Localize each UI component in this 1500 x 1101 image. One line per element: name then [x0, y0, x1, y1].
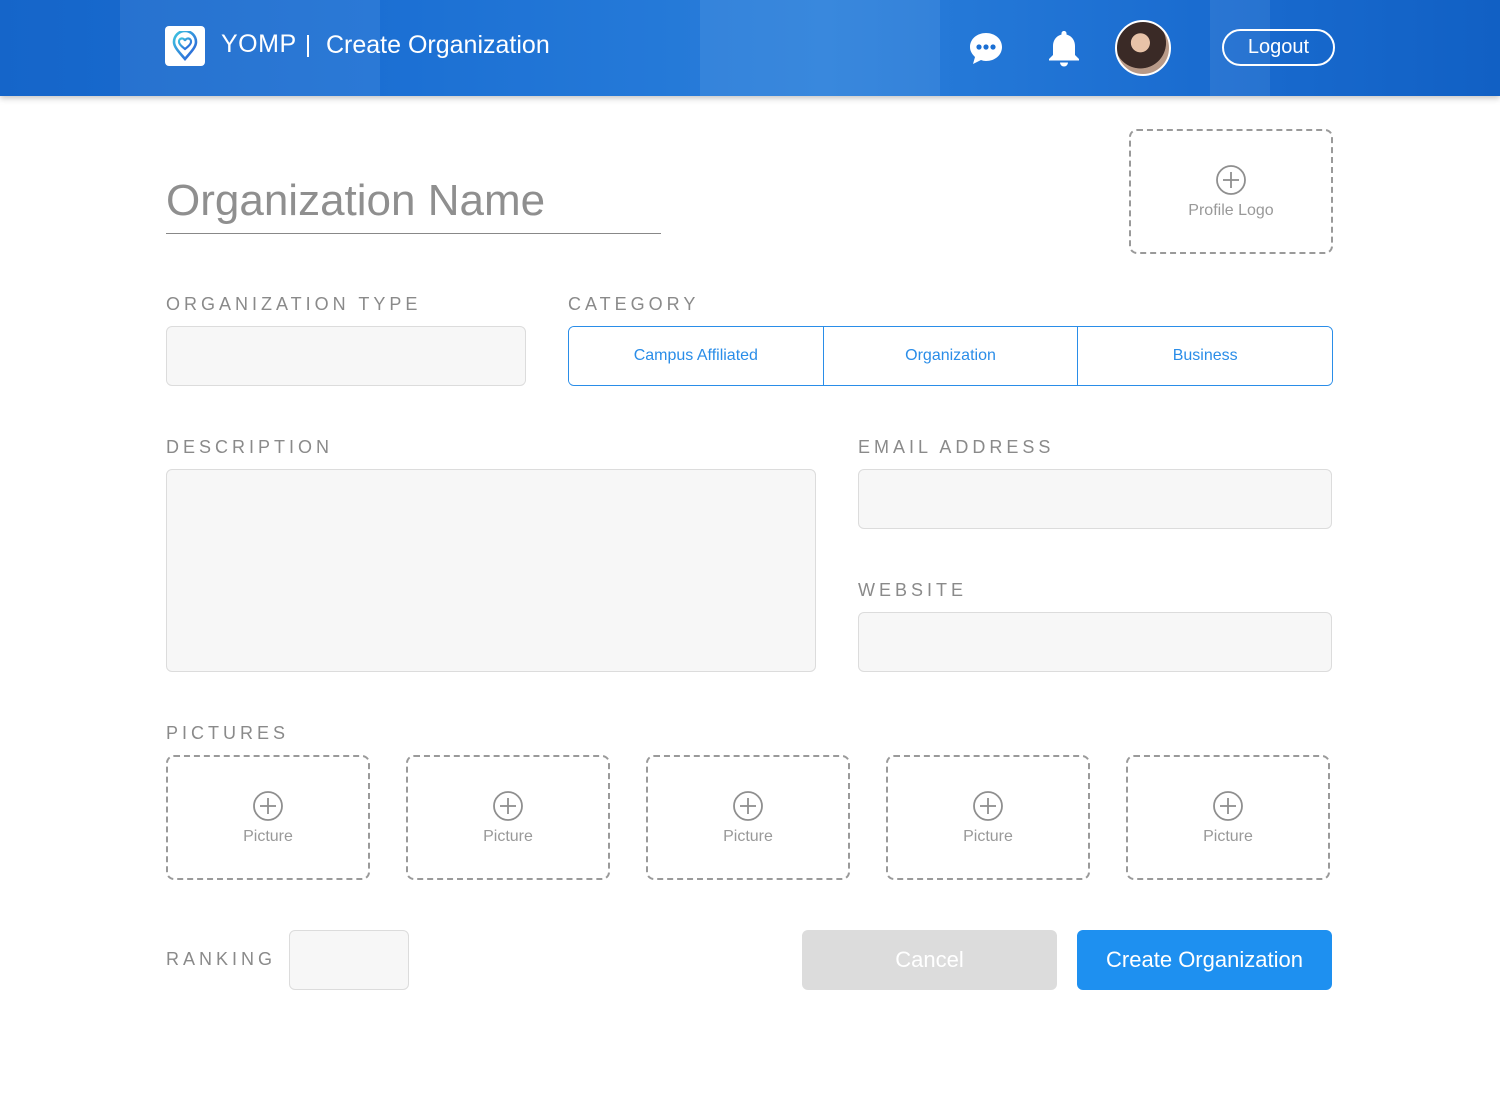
organization-type-label: ORGANIZATION TYPE: [166, 294, 422, 314]
organization-name-input[interactable]: [166, 168, 661, 234]
picture-slot-label: Picture: [963, 827, 1013, 845]
ranking-field[interactable]: [289, 930, 409, 990]
brand-name: YOMP: [221, 30, 297, 58]
page-title: Create Organization: [326, 31, 550, 59]
add-circle-icon: [1216, 164, 1246, 195]
profile-logo-upload[interactable]: Profile Logo: [1129, 129, 1333, 254]
user-avatar[interactable]: [1115, 20, 1171, 76]
picture-upload-slot[interactable]: Picture: [646, 755, 850, 880]
bell-icon[interactable]: [1046, 29, 1082, 67]
picture-upload-slot[interactable]: Picture: [406, 755, 610, 880]
add-circle-icon: [733, 790, 763, 821]
header-background-building: [700, 0, 940, 96]
app-logo[interactable]: [165, 26, 205, 66]
category-option-campus-affiliated[interactable]: Campus Affiliated: [569, 327, 824, 385]
cancel-button[interactable]: Cancel: [802, 930, 1057, 990]
category-segmented-control: Campus Affiliated Organization Business: [568, 326, 1333, 386]
add-circle-icon: [493, 790, 523, 821]
add-circle-icon: [973, 790, 1003, 821]
ranking-label: RANKING: [166, 949, 277, 969]
description-textarea[interactable]: [166, 469, 816, 672]
picture-upload-slot[interactable]: Picture: [166, 755, 370, 880]
website-label: WEBSITE: [858, 580, 968, 600]
category-option-organization[interactable]: Organization: [823, 327, 1079, 385]
profile-logo-label: Profile Logo: [1188, 201, 1274, 219]
add-circle-icon: [1213, 790, 1243, 821]
pictures-label: PICTURES: [166, 723, 290, 743]
add-circle-icon: [253, 790, 283, 821]
picture-slot-label: Picture: [723, 827, 773, 845]
picture-upload-slot[interactable]: Picture: [886, 755, 1090, 880]
chat-bubble-icon[interactable]: [968, 30, 1004, 66]
email-label: EMAIL ADDRESS: [858, 437, 1055, 457]
create-organization-button[interactable]: Create Organization: [1077, 930, 1332, 990]
email-field[interactable]: [858, 469, 1332, 529]
category-label: CATEGORY: [568, 294, 700, 314]
logout-button[interactable]: Logout: [1222, 29, 1335, 66]
picture-upload-slot[interactable]: Picture: [1126, 755, 1330, 880]
organization-type-field[interactable]: [166, 326, 526, 386]
picture-slot-label: Picture: [483, 827, 533, 845]
description-label: DESCRIPTION: [166, 437, 334, 457]
top-bar: YOMP Create Organization Logout: [0, 0, 1500, 96]
picture-slot-label: Picture: [243, 827, 293, 845]
website-field[interactable]: [858, 612, 1332, 672]
category-option-business[interactable]: Business: [1078, 327, 1332, 385]
picture-slot-label: Picture: [1203, 827, 1253, 845]
location-heart-icon: [172, 31, 198, 61]
title-separator: [307, 35, 309, 57]
